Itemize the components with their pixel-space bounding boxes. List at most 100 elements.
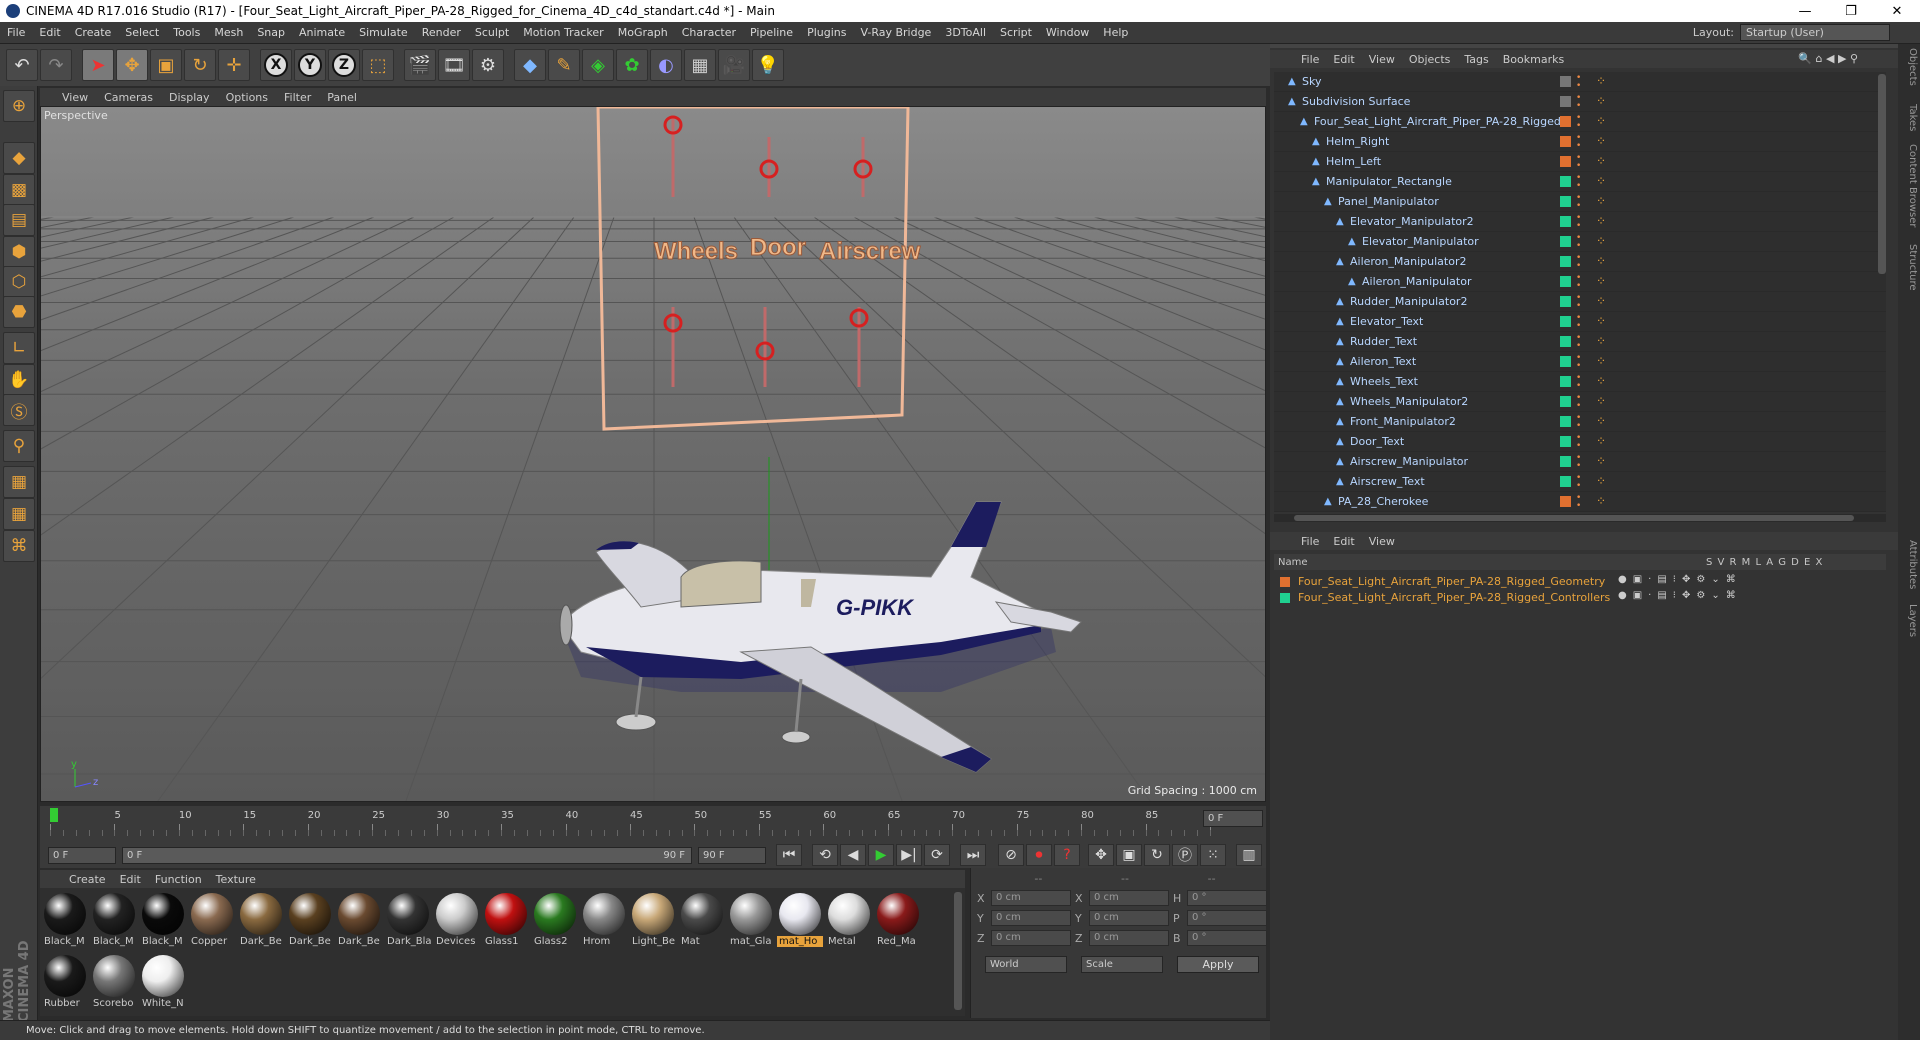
visibility-dots[interactable]: • • xyxy=(1576,234,1581,251)
layer-color-swatch[interactable] xyxy=(1280,593,1290,603)
tag-icon[interactable]: ⁘ xyxy=(1596,134,1606,148)
perspective-viewport[interactable]: Wheels Door Airscrew G-PIKK y z Perspect… xyxy=(40,106,1266,802)
object-row[interactable]: ▲ Aileron_Manipulator • • ⁘ xyxy=(1274,272,1886,292)
object-row[interactable]: ▲ Four_Seat_Light_Aircraft_Piper_PA-28_Ri… xyxy=(1274,112,1886,132)
model-mode-button[interactable]: ◆ xyxy=(3,142,35,174)
object-menu-edit[interactable]: Edit xyxy=(1326,53,1361,66)
object-manager-icons[interactable]: 🔍 ⌂ ◀ ▶ ⚲ xyxy=(1798,52,1858,65)
object-row[interactable]: ▲ Door_Text • • ⁘ xyxy=(1274,432,1886,452)
motion-path-button[interactable]: ⊘ xyxy=(998,844,1024,866)
apply-button[interactable]: Apply xyxy=(1177,956,1259,973)
goto-end-button[interactable]: ⏭ xyxy=(960,844,986,866)
array-button[interactable]: ✿ xyxy=(616,49,648,81)
visibility-dots[interactable]: • • xyxy=(1576,194,1581,211)
grid-lock-button[interactable]: ▦ xyxy=(3,466,35,498)
tag-icon[interactable]: ⁘ xyxy=(1596,194,1606,208)
visibility-dots[interactable]: • • xyxy=(1576,354,1581,371)
layer-color-swatch[interactable] xyxy=(1560,356,1571,367)
material-swatch[interactable]: Rubber xyxy=(42,954,88,1012)
rotation-field[interactable]: 0 ° xyxy=(1187,910,1267,926)
layer-color-swatch[interactable] xyxy=(1560,336,1571,347)
live-selection-button[interactable]: ➤ xyxy=(82,49,114,81)
object-row[interactable]: ▲ Panel_Manipulator • • ⁘ xyxy=(1274,192,1886,212)
layer-color-swatch[interactable] xyxy=(1560,136,1571,147)
layer-color-swatch[interactable] xyxy=(1560,456,1571,467)
menu-tools[interactable]: Tools xyxy=(166,26,207,39)
key-rotation-button[interactable]: ↻ xyxy=(1144,844,1170,866)
timeline-ruler[interactable]: 051015202530354045505560657075808590 0 F xyxy=(40,806,1266,842)
snap-button[interactable]: Ⓢ xyxy=(3,394,35,426)
autokey-button[interactable]: ? xyxy=(1054,844,1080,866)
spline-pen-button[interactable]: ✎ xyxy=(548,49,580,81)
visibility-dots[interactable]: • • xyxy=(1576,134,1581,151)
goto-prev-key-button[interactable]: ⟲ xyxy=(812,844,838,866)
material-menu-texture[interactable]: Texture xyxy=(209,873,263,886)
visibility-dots[interactable]: • • xyxy=(1576,314,1581,331)
object-menu-bookmarks[interactable]: Bookmarks xyxy=(1496,53,1571,66)
visibility-dots[interactable]: • • xyxy=(1576,454,1581,471)
close-button[interactable]: ✕ xyxy=(1874,0,1920,22)
visibility-dots[interactable]: • • xyxy=(1576,334,1581,351)
position-field[interactable]: 0 cm xyxy=(991,930,1071,946)
menu-sculpt[interactable]: Sculpt xyxy=(468,26,516,39)
frame-range-slider[interactable]: 0 F 90 F xyxy=(122,846,692,864)
start-frame-field[interactable]: 0 F xyxy=(48,846,116,864)
object-menu-tags[interactable]: Tags xyxy=(1457,53,1495,66)
layer-color-swatch[interactable] xyxy=(1560,376,1571,387)
object-row[interactable]: ▲ Wheels_Manipulator2 • • ⁘ xyxy=(1274,392,1886,412)
visibility-dots[interactable]: • • xyxy=(1576,474,1581,491)
layer-row[interactable]: Four_Seat_Light_Aircraft_Piper_PA-28_Rig… xyxy=(1274,590,1886,605)
layer-color-swatch[interactable] xyxy=(1560,196,1571,207)
material-swatch[interactable]: Copper xyxy=(189,892,235,950)
redo-button[interactable]: ↷ xyxy=(40,49,72,81)
menu-pipeline[interactable]: Pipeline xyxy=(743,26,800,39)
material-menu-function[interactable]: Function xyxy=(148,873,209,886)
object-row[interactable]: ▲ Elevator_Manipulator • • ⁘ xyxy=(1274,232,1886,252)
layer-color-swatch[interactable] xyxy=(1560,396,1571,407)
camera-object-button[interactable]: 🎥 xyxy=(718,49,750,81)
layer-color-swatch[interactable] xyxy=(1560,96,1571,107)
material-swatch[interactable]: Light_Be xyxy=(630,892,676,950)
tag-icon[interactable]: ⁘ xyxy=(1596,114,1606,128)
tag-icon[interactable]: ⁘ xyxy=(1596,434,1606,448)
prev-frame-button[interactable]: ◀ xyxy=(840,844,866,866)
layer-color-swatch[interactable] xyxy=(1560,156,1571,167)
layer-color-swatch[interactable] xyxy=(1560,316,1571,327)
tag-icon[interactable]: ⁘ xyxy=(1596,274,1606,288)
object-row[interactable]: ▲ Front_Manipulator2 • • ⁘ xyxy=(1274,412,1886,432)
workplane-mode-button[interactable]: ▤ xyxy=(3,204,35,236)
next-frame-button[interactable]: ▶| xyxy=(896,844,922,866)
visibility-dots[interactable]: • • xyxy=(1576,174,1581,191)
layer-color-swatch[interactable] xyxy=(1560,296,1571,307)
layer-color-swatch[interactable] xyxy=(1560,276,1571,287)
size-field[interactable]: 0 cm xyxy=(1089,910,1169,926)
menu-simulate[interactable]: Simulate xyxy=(352,26,415,39)
layer-color-swatch[interactable] xyxy=(1560,216,1571,227)
material-menu-edit[interactable]: Edit xyxy=(113,873,148,886)
visibility-dots[interactable]: • • xyxy=(1576,254,1581,271)
layer-color-swatch[interactable] xyxy=(1560,436,1571,447)
menu-window[interactable]: Window xyxy=(1039,26,1096,39)
make-editable-button[interactable]: ⊕ xyxy=(3,90,35,122)
layer-color-swatch[interactable] xyxy=(1560,76,1571,87)
layer-color-swatch[interactable] xyxy=(1560,476,1571,487)
goto-next-key-button[interactable]: ⟳ xyxy=(924,844,950,866)
layer-color-swatch[interactable] xyxy=(1560,176,1571,187)
goto-start-button[interactable]: ⏮ xyxy=(776,844,802,866)
visibility-dots[interactable]: • • xyxy=(1576,114,1581,131)
menu-file[interactable]: File xyxy=(0,26,32,39)
layer-menu-view[interactable]: View xyxy=(1362,535,1402,548)
material-swatch[interactable]: Glass1 xyxy=(483,892,529,950)
polygons-mode-button[interactable]: ⬣ xyxy=(3,296,35,328)
tag-icon[interactable]: ⁘ xyxy=(1596,354,1606,368)
cube-object-button[interactable]: ◆ xyxy=(514,49,546,81)
object-row[interactable]: ▲ Aileron_Manipulator2 • • ⁘ xyxy=(1274,252,1886,272)
visibility-dots[interactable]: • • xyxy=(1576,94,1581,111)
material-swatch[interactable]: Black_M xyxy=(42,892,88,950)
object-row[interactable]: ▲ Elevator_Text • • ⁘ xyxy=(1274,312,1886,332)
size-field[interactable]: 0 cm xyxy=(1089,930,1169,946)
menu-mesh[interactable]: Mesh xyxy=(207,26,250,39)
material-swatch[interactable]: Dark_Be xyxy=(287,892,333,950)
render-view-button[interactable]: 🎬 xyxy=(404,49,436,81)
layer-color-swatch[interactable] xyxy=(1560,116,1571,127)
